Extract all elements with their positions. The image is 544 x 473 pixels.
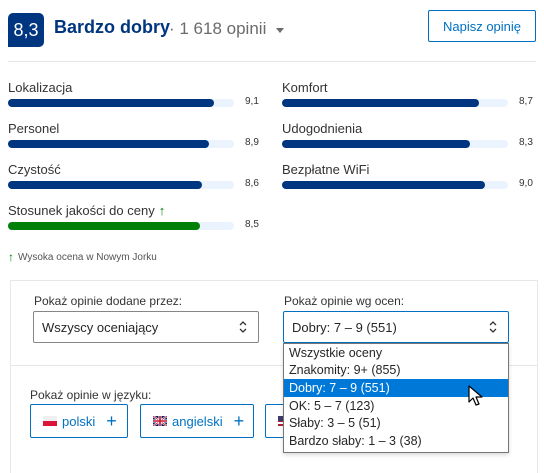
score-category: Stosunek jakości do ceny ↑ 8,5 bbox=[8, 201, 259, 230]
reviewer-select[interactable]: Wszyscy oceniający bbox=[33, 311, 259, 343]
select-arrows-icon bbox=[239, 321, 247, 333]
score-category: Bezpłatne WiFi 9,0 bbox=[282, 160, 533, 189]
category-value: 8,6 bbox=[245, 178, 259, 189]
arrow-up-icon: ↑ bbox=[8, 250, 14, 264]
caret-down-icon[interactable] bbox=[276, 28, 284, 33]
category-value: 8,5 bbox=[245, 219, 259, 230]
select-arrows-icon bbox=[489, 321, 497, 333]
poland-flag-icon bbox=[43, 416, 57, 426]
category-value: 8,9 bbox=[245, 137, 259, 148]
plus-icon: + bbox=[233, 410, 245, 431]
score-badge: 8,3 bbox=[8, 13, 44, 47]
score-category: Lokalizacja 9,1 bbox=[8, 78, 259, 107]
score-bar bbox=[8, 99, 234, 107]
language-button-polski[interactable]: polski + bbox=[30, 404, 128, 438]
dropdown-option[interactable]: Znakomity: 9+ (855) bbox=[284, 362, 508, 380]
score-category: Udogodnienia 8,3 bbox=[282, 119, 533, 148]
category-value: 8,3 bbox=[519, 137, 533, 148]
score-bar-fill bbox=[282, 181, 486, 189]
score-bar bbox=[282, 181, 508, 189]
category-value: 9,0 bbox=[519, 178, 533, 189]
category-label: Komfort bbox=[282, 79, 328, 95]
high-rating-text: Wysoka ocena w Nowym Jorku bbox=[18, 251, 157, 263]
header-divider bbox=[8, 61, 536, 62]
arrow-up-icon: ↑ bbox=[158, 202, 166, 218]
write-review-button[interactable]: Napisz opinię bbox=[428, 10, 536, 42]
category-value: 8,7 bbox=[519, 96, 533, 107]
uk-flag-icon bbox=[153, 416, 167, 426]
plus-icon: + bbox=[106, 410, 117, 431]
score-category: Komfort 8,7 bbox=[282, 78, 533, 107]
category-label: Stosunek jakości do ceny ↑ bbox=[8, 202, 166, 218]
category-label: Personel bbox=[8, 120, 60, 136]
reviewer-select-value: Wszyscy oceniający bbox=[42, 319, 159, 335]
score-filter-label: Pokaż opinie wg ocen: bbox=[284, 294, 405, 308]
score-bar bbox=[8, 222, 234, 230]
score-bar-fill bbox=[8, 181, 203, 189]
score-bar-fill bbox=[8, 140, 210, 148]
reviewer-filter-label: Pokaż opinie dodane przez: bbox=[34, 294, 183, 308]
dropdown-option[interactable]: Bardzo słaby: 1 – 3 (38) bbox=[284, 432, 508, 450]
score-bar-fill bbox=[282, 140, 470, 148]
score-select-value: Dobry: 7 – 9 (551) bbox=[292, 319, 397, 335]
category-label: Lokalizacja bbox=[8, 79, 73, 95]
mouse-cursor-icon bbox=[468, 385, 483, 406]
language-button-angielski[interactable]: angielski + bbox=[140, 404, 254, 438]
score-category: Personel 8,9 bbox=[8, 119, 259, 148]
score-bar bbox=[8, 181, 234, 189]
score-bar-fill bbox=[8, 99, 214, 107]
score-bar-fill bbox=[282, 99, 479, 107]
score-bar-fill bbox=[8, 222, 201, 230]
category-label: Bezpłatne WiFi bbox=[282, 161, 370, 177]
category-label: Czystość bbox=[8, 161, 61, 177]
score-bar bbox=[282, 99, 508, 107]
dropdown-option[interactable]: Słaby: 3 – 5 (51) bbox=[284, 414, 508, 432]
category-label: Udogodnienia bbox=[282, 120, 363, 136]
score-select[interactable]: Dobry: 7 – 9 (551) bbox=[283, 311, 509, 343]
category-value: 9,1 bbox=[245, 96, 259, 107]
score-category: Czystość 8,6 bbox=[8, 160, 259, 189]
language-label: angielski bbox=[172, 413, 223, 429]
language-label: polski bbox=[62, 413, 96, 429]
high-rating-note: ↑ Wysoka ocena w Nowym Jorku bbox=[8, 250, 157, 264]
score-bar bbox=[282, 140, 508, 148]
language-filter-label: Pokaż opinie w języku: bbox=[30, 388, 152, 402]
score-bar bbox=[8, 140, 234, 148]
dropdown-option[interactable]: Wszystkie oceny bbox=[284, 344, 508, 362]
rating-word: Bardzo dobry bbox=[54, 17, 171, 37]
review-count[interactable]: · 1 618 opinii bbox=[169, 19, 266, 39]
